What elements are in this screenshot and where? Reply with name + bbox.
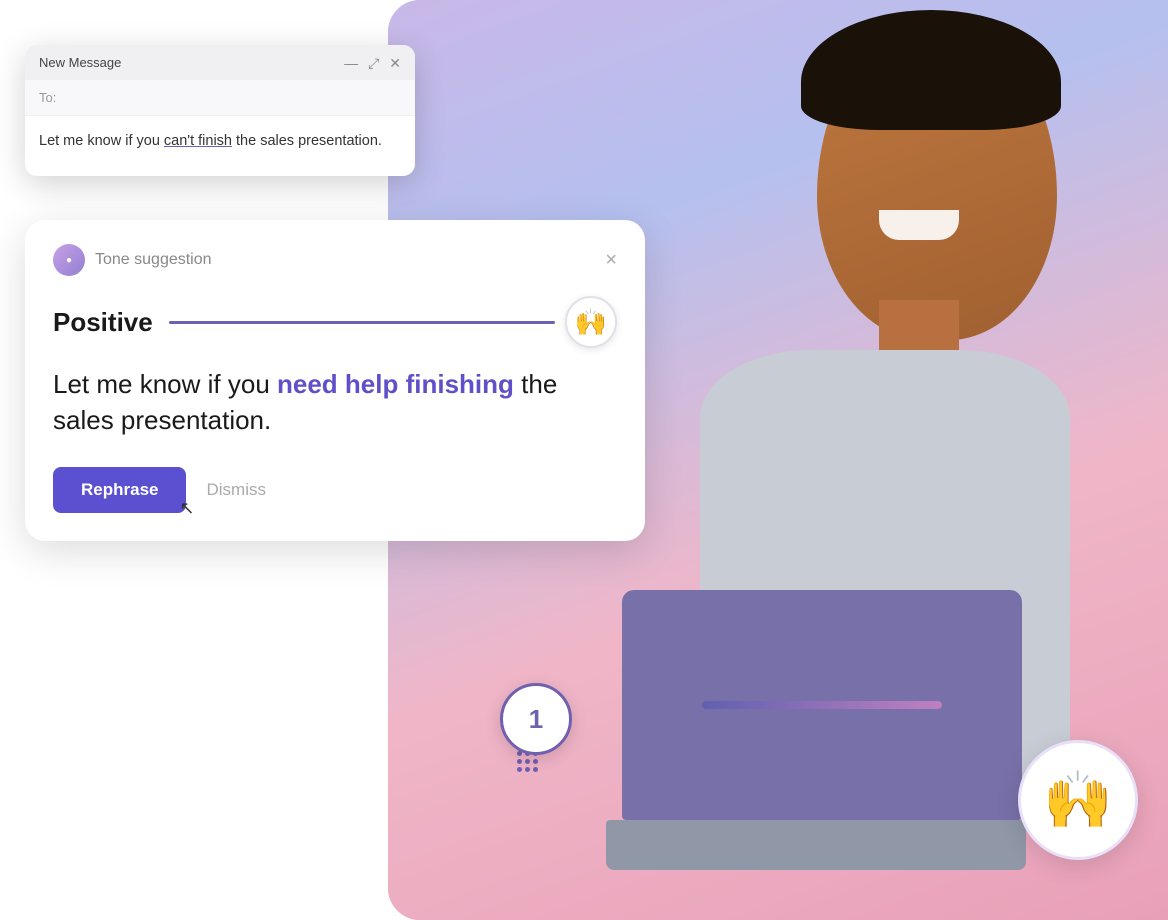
email-body-part1: Let me know if you [39,133,164,149]
tone-dot-icon: ● [66,255,72,266]
tone-positive-row: Positive 🙌 [53,296,617,348]
suggestion-part1: Let me know if you [53,369,277,399]
dot-9 [533,767,538,772]
email-window-controls: — ⤢ ✕ [344,56,401,70]
dismiss-button[interactable]: Dismiss [206,480,266,500]
rephrase-button[interactable]: Rephrase [53,467,186,513]
tone-header-label: Tone suggestion [95,251,212,269]
email-body[interactable]: Let me know if you can't finish the sale… [25,116,415,176]
tone-icon-circle: ● [53,244,85,276]
rephrase-button-wrapper: Rephrase ↖ [53,467,186,513]
email-to-label: To: [39,90,56,105]
dot-8 [525,767,530,772]
close-button[interactable]: ✕ [389,56,401,70]
email-to-row: To: [25,80,415,116]
notification-count: 1 [529,704,543,735]
tone-header-left: ● Tone suggestion [53,244,212,276]
tone-suggestion-text: Let me know if you need help finishing t… [53,366,617,439]
tone-slider[interactable]: 🙌 [169,296,617,348]
email-titlebar: New Message — ⤢ ✕ [25,45,415,80]
email-window: New Message — ⤢ ✕ To: Let me know if you… [25,45,415,176]
email-body-part2: the sales presentation. [232,133,382,149]
dot-7 [517,767,522,772]
scene: New Message — ⤢ ✕ To: Let me know if you… [0,0,1168,920]
tone-emoji: 🙌 [575,307,607,338]
dot-4 [517,759,522,764]
email-body-underline: can't finish [164,133,232,149]
large-emoji: 🙌 [1043,767,1113,833]
tone-close-button[interactable]: × [605,250,617,270]
tone-suggestion-card: ● Tone suggestion × Positive 🙌 Let me kn… [25,220,645,541]
notification-badge[interactable]: 1 [500,683,572,755]
email-window-title: New Message [39,55,121,70]
large-emoji-circle: 🙌 [1018,740,1138,860]
dot-5 [525,759,530,764]
maximize-button[interactable]: ⤢ [368,56,379,70]
tone-card-header: ● Tone suggestion × [53,244,617,276]
minimize-button[interactable]: — [344,56,358,70]
dot-6 [533,759,538,764]
tone-actions: Rephrase ↖ Dismiss [53,467,617,513]
cursor-icon: ↖ [179,498,194,519]
tone-slider-track [169,321,555,324]
tone-emoji-bubble: 🙌 [565,296,617,348]
tone-name-label: Positive [53,307,153,338]
suggestion-highlight: need help finishing [277,369,514,399]
